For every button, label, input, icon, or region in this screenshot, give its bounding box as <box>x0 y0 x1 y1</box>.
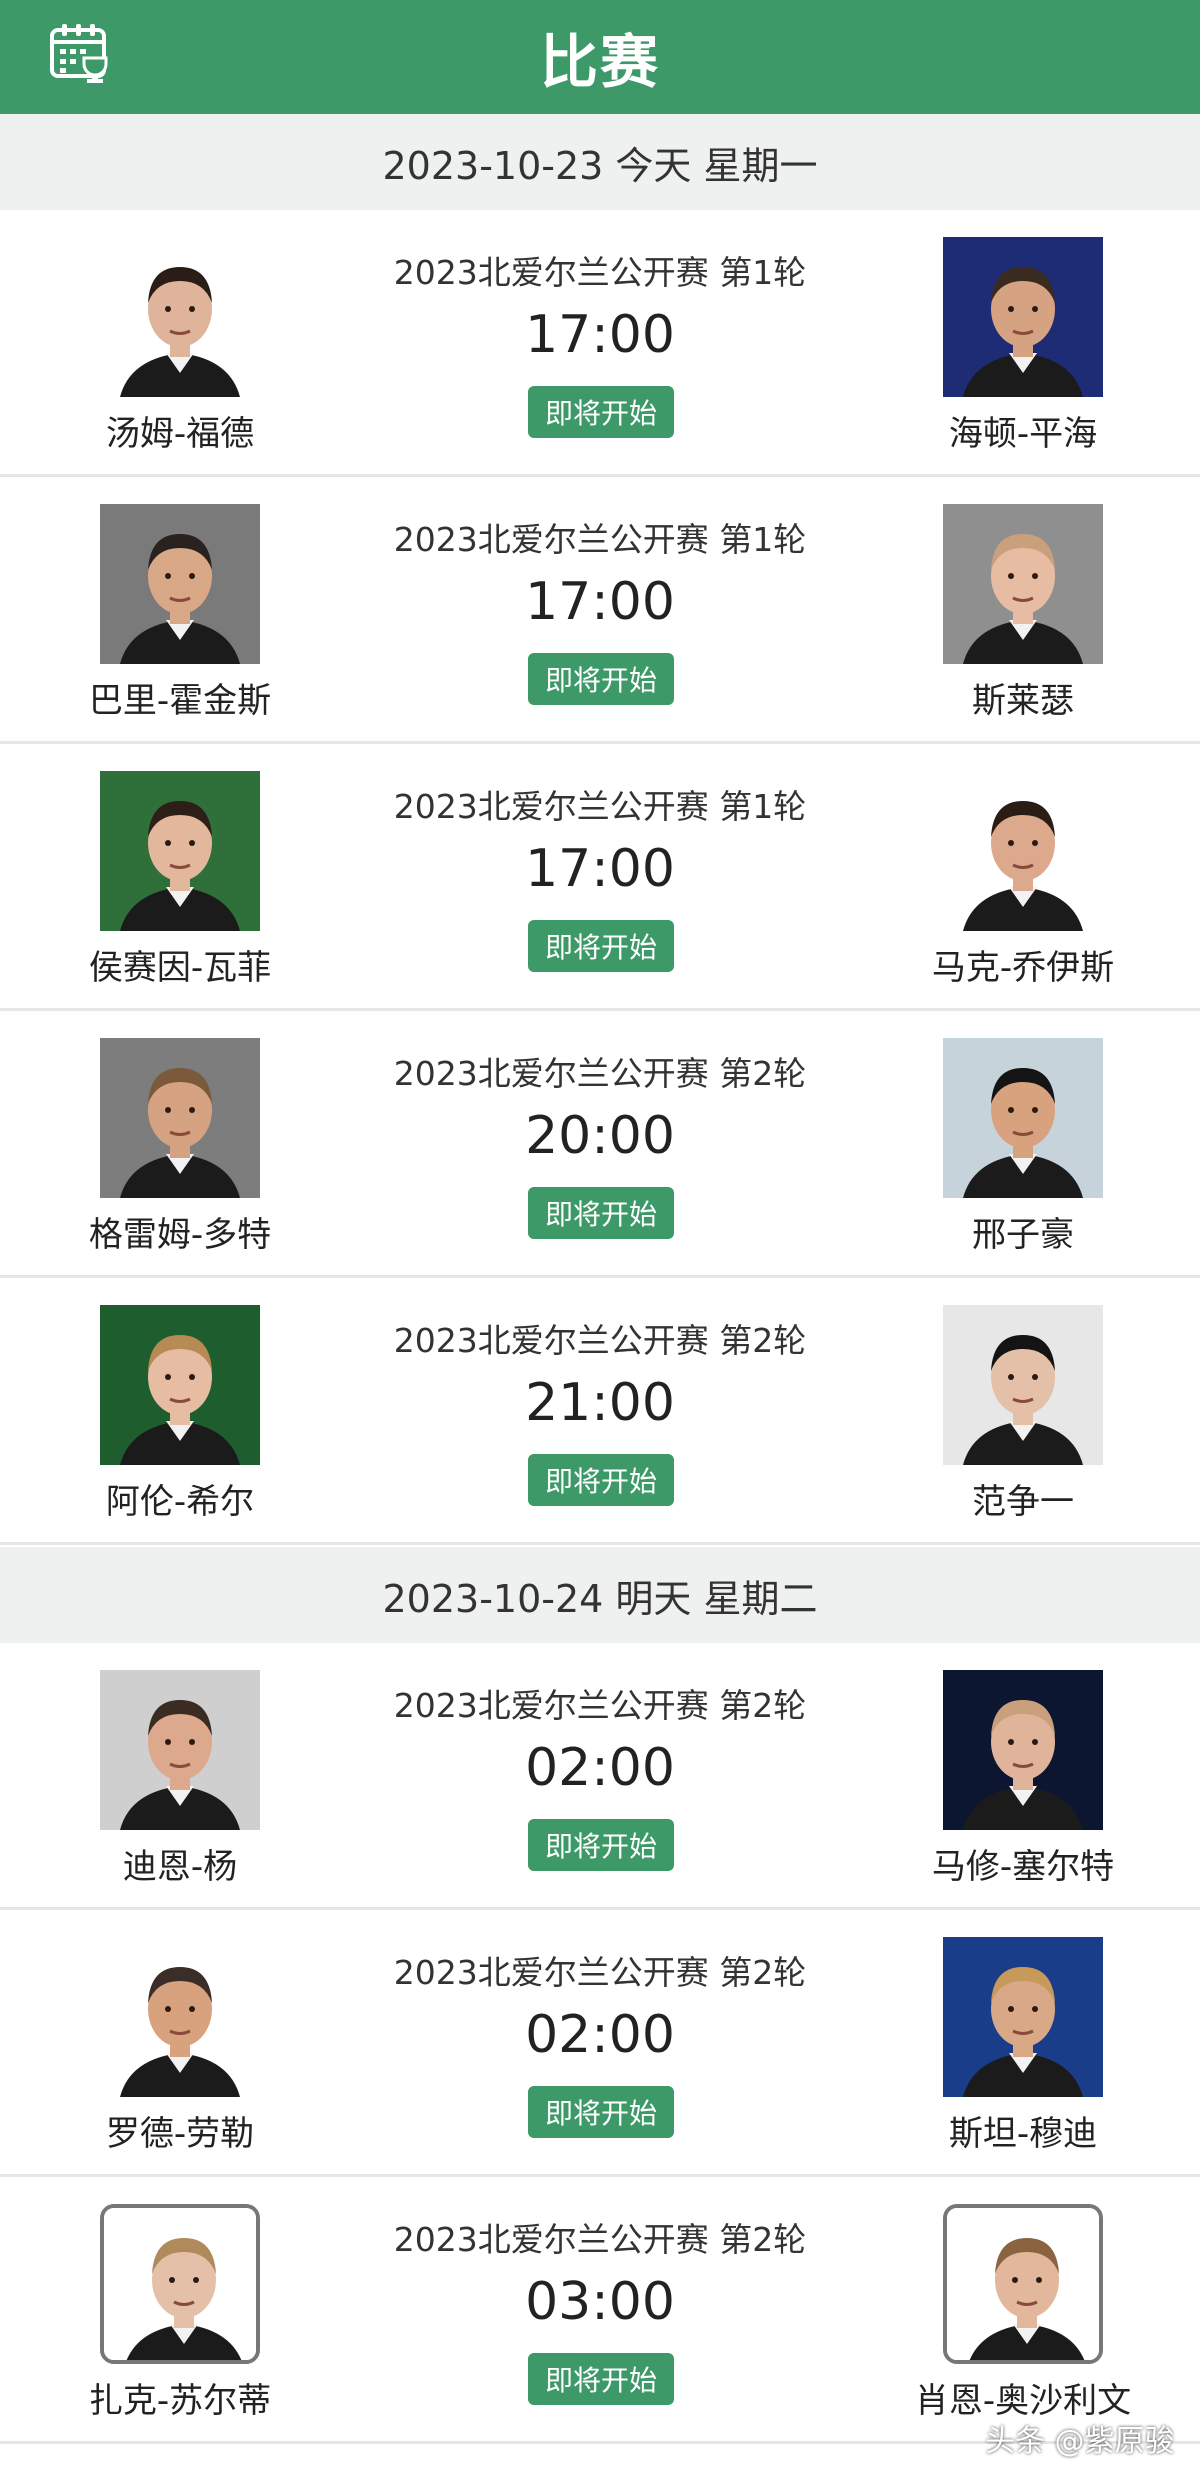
tournament-round: 2023北爱尔兰公开赛 第1轮 <box>393 253 807 292</box>
status-badge: 即将开始 <box>528 2353 674 2405</box>
away-player[interactable]: 范争一 <box>873 1278 1173 1545</box>
home-player[interactable]: 阿伦-希尔 <box>30 1278 330 1545</box>
player-name: 扎克-苏尔蒂 <box>88 2381 272 2421</box>
player-name: 迪恩-杨 <box>122 1847 238 1887</box>
player-avatar[interactable] <box>100 237 260 397</box>
away-player[interactable]: 邢子豪 <box>873 1011 1173 1278</box>
tournament-round: 2023北爱尔兰公开赛 第1轮 <box>393 520 807 559</box>
match-time: 02:00 <box>525 1738 675 1798</box>
match-row[interactable]: 扎克-苏尔蒂 2023北爱尔兰公开赛 第2轮 03:00 即将开始肖恩-奥沙利文 <box>0 2177 1200 2444</box>
status-badge: 即将开始 <box>528 653 674 705</box>
match-row[interactable]: 汤姆-福德 2023北爱尔兰公开赛 第1轮 17:00 即将开始海顿-平海 <box>0 210 1200 477</box>
away-player[interactable]: 马修-塞尔特 <box>873 1643 1173 1910</box>
player-avatar[interactable] <box>100 1305 260 1465</box>
date-separator: 2023-10-24 明天 星期二 <box>0 1547 1200 1643</box>
match-row[interactable]: 迪恩-杨 2023北爱尔兰公开赛 第2轮 02:00 即将开始马修-塞尔特 <box>0 1643 1200 1910</box>
match-info: 2023北爱尔兰公开赛 第1轮 17:00 即将开始 <box>330 210 870 477</box>
player-name: 罗德-劳勒 <box>105 2114 255 2154</box>
home-player[interactable]: 侯赛因-瓦菲 <box>30 744 330 1011</box>
player-name: 范争一 <box>972 1482 1074 1522</box>
player-name: 肖恩-奥沙利文 <box>914 2381 1132 2421</box>
player-name: 邢子豪 <box>972 1215 1074 1255</box>
match-info: 2023北爱尔兰公开赛 第2轮 21:00 即将开始 <box>330 1278 870 1545</box>
player-avatar[interactable] <box>943 504 1103 664</box>
away-player[interactable]: 海顿-平海 <box>873 210 1173 477</box>
match-info: 2023北爱尔兰公开赛 第2轮 02:00 即将开始 <box>330 1910 870 2177</box>
match-time: 17:00 <box>525 839 675 899</box>
match-time: 03:00 <box>525 2272 675 2332</box>
home-player[interactable]: 格雷姆-多特 <box>30 1011 330 1278</box>
home-player[interactable]: 巴里-霍金斯 <box>30 477 330 744</box>
player-avatar[interactable] <box>100 771 260 931</box>
match-row[interactable]: 格雷姆-多特 2023北爱尔兰公开赛 第2轮 20:00 即将开始邢子豪 <box>0 1011 1200 1278</box>
away-player[interactable]: 斯莱瑟 <box>873 477 1173 744</box>
player-avatar[interactable] <box>943 2204 1103 2364</box>
player-name: 海顿-平海 <box>948 414 1098 454</box>
player-name: 阿伦-希尔 <box>105 1482 255 1522</box>
tournament-round: 2023北爱尔兰公开赛 第2轮 <box>393 1686 807 1725</box>
status-badge: 即将开始 <box>528 386 674 438</box>
home-player[interactable]: 罗德-劳勒 <box>30 1910 330 2177</box>
player-avatar[interactable] <box>943 771 1103 931</box>
player-avatar[interactable] <box>943 1937 1103 2097</box>
match-time: 02:00 <box>525 2005 675 2065</box>
match-time: 20:00 <box>525 1106 675 1166</box>
tournament-round: 2023北爱尔兰公开赛 第1轮 <box>393 787 807 826</box>
player-avatar[interactable] <box>100 1670 260 1830</box>
home-player[interactable]: 迪恩-杨 <box>30 1643 330 1910</box>
player-avatar[interactable] <box>943 1038 1103 1198</box>
status-badge: 即将开始 <box>528 1454 674 1506</box>
match-row[interactable]: 巴里-霍金斯 2023北爱尔兰公开赛 第1轮 17:00 即将开始斯莱瑟 <box>0 477 1200 744</box>
home-player[interactable]: 扎克-苏尔蒂 <box>30 2177 330 2444</box>
page-title: 比赛 <box>539 28 660 96</box>
match-time: 17:00 <box>525 305 675 365</box>
player-avatar[interactable] <box>943 1670 1103 1830</box>
player-name: 斯莱瑟 <box>972 681 1074 721</box>
match-time: 21:00 <box>525 1373 675 1433</box>
match-info: 2023北爱尔兰公开赛 第2轮 20:00 即将开始 <box>330 1011 870 1278</box>
player-name: 马修-塞尔特 <box>931 1847 1115 1887</box>
player-name: 巴里-霍金斯 <box>88 681 272 721</box>
status-badge: 即将开始 <box>528 2086 674 2138</box>
calendar-trophy-icon[interactable] <box>48 22 112 84</box>
status-badge: 即将开始 <box>528 1819 674 1871</box>
away-player[interactable]: 马克-乔伊斯 <box>873 744 1173 1011</box>
player-name: 汤姆-福德 <box>105 414 255 454</box>
player-name: 格雷姆-多特 <box>88 1215 272 1255</box>
app-header: 比赛 <box>0 0 1200 114</box>
player-avatar[interactable] <box>100 1038 260 1198</box>
match-row[interactable]: 阿伦-希尔 2023北爱尔兰公开赛 第2轮 21:00 即将开始范争一 <box>0 1278 1200 1545</box>
player-avatar[interactable] <box>943 1305 1103 1465</box>
player-avatar[interactable] <box>100 504 260 664</box>
away-player[interactable]: 肖恩-奥沙利文 <box>873 2177 1173 2444</box>
match-time: 17:00 <box>525 572 675 632</box>
tournament-round: 2023北爱尔兰公开赛 第2轮 <box>393 1953 807 1992</box>
match-info: 2023北爱尔兰公开赛 第1轮 17:00 即将开始 <box>330 477 870 744</box>
status-badge: 即将开始 <box>528 920 674 972</box>
match-info: 2023北爱尔兰公开赛 第1轮 17:00 即将开始 <box>330 744 870 1011</box>
player-name: 马克-乔伊斯 <box>931 948 1115 988</box>
away-player[interactable]: 斯坦-穆迪 <box>873 1910 1173 2177</box>
status-badge: 即将开始 <box>528 1187 674 1239</box>
match-row[interactable]: 罗德-劳勒 2023北爱尔兰公开赛 第2轮 02:00 即将开始斯坦-穆迪 <box>0 1910 1200 2177</box>
player-name: 斯坦-穆迪 <box>948 2114 1098 2154</box>
player-avatar[interactable] <box>943 237 1103 397</box>
home-player[interactable]: 汤姆-福德 <box>30 210 330 477</box>
match-info: 2023北爱尔兰公开赛 第2轮 03:00 即将开始 <box>330 2177 870 2444</box>
tournament-round: 2023北爱尔兰公开赛 第2轮 <box>393 1054 807 1093</box>
player-name: 侯赛因-瓦菲 <box>88 948 272 988</box>
tournament-round: 2023北爱尔兰公开赛 第2轮 <box>393 1321 807 1360</box>
player-avatar[interactable] <box>100 2204 260 2364</box>
watermark: 头条 @紫原骏 <box>985 2424 1175 2459</box>
match-row[interactable]: 侯赛因-瓦菲 2023北爱尔兰公开赛 第1轮 17:00 即将开始马克-乔伊斯 <box>0 744 1200 1011</box>
match-info: 2023北爱尔兰公开赛 第2轮 02:00 即将开始 <box>330 1643 870 1910</box>
player-avatar[interactable] <box>100 1937 260 2097</box>
date-separator: 2023-10-23 今天 星期一 <box>0 114 1200 210</box>
tournament-round: 2023北爱尔兰公开赛 第2轮 <box>393 2220 807 2259</box>
